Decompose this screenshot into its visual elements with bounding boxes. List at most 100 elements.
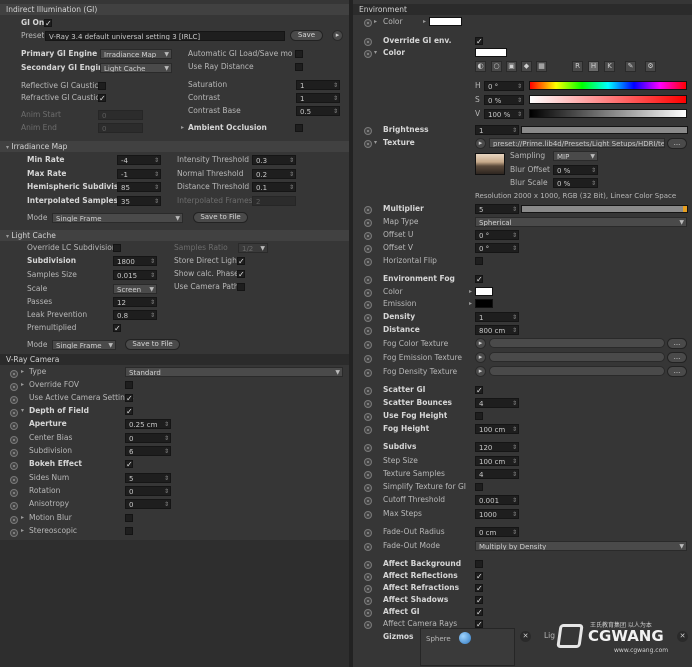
anim-start-field[interactable]: 0	[98, 110, 143, 120]
max-rate-field[interactable]: -1 ⇕	[117, 169, 161, 179]
hue-field[interactable]: 0 ° ⇕	[484, 81, 524, 91]
motion-blur-checkbox[interactable]	[125, 514, 133, 522]
dropdown-arrow-icon[interactable]: ▸	[423, 16, 426, 28]
fade-radius-field[interactable]: 0 cm ⇕	[475, 527, 519, 537]
animation-dot-icon[interactable]	[364, 245, 372, 253]
animation-dot-icon[interactable]	[364, 127, 372, 135]
spinner-icon[interactable]: ⇕	[512, 510, 517, 518]
primary-engine-dropdown[interactable]: Irradiance Map ▼	[100, 49, 172, 59]
texture-path-field[interactable]: preset://Prime.lib4d/Presets/Light Setup…	[489, 138, 665, 148]
stereoscopic-checkbox[interactable]	[125, 527, 133, 535]
animation-dot-icon[interactable]	[10, 449, 18, 457]
animation-dot-icon[interactable]	[364, 219, 372, 227]
animation-dot-icon[interactable]	[364, 301, 372, 309]
irradiance-save-file-button[interactable]: Save to File	[193, 212, 248, 223]
spinner-icon[interactable]: ⇕	[289, 156, 294, 164]
preset-menu-icon[interactable]: ▸	[332, 30, 343, 41]
show-calc-checkbox[interactable]: ✓	[237, 270, 245, 279]
triangle-expand-icon[interactable]: ▾	[21, 405, 24, 417]
animation-dot-icon[interactable]	[364, 426, 372, 434]
spinner-icon[interactable]: ⇕	[517, 110, 522, 118]
camera-type-dropdown[interactable]: Standard ▼	[125, 367, 343, 377]
fog-density-texture-slot[interactable]	[489, 366, 665, 376]
multiplier-field[interactable]: 5 ⇕	[475, 204, 519, 214]
brightness-field[interactable]: 1 ⇕	[475, 125, 519, 135]
animation-dot-icon[interactable]	[10, 489, 18, 497]
secondary-engine-dropdown[interactable]: Light Cache ▼	[100, 63, 172, 73]
distance-threshold-field[interactable]: 0.1 ⇕	[252, 182, 296, 192]
animation-dot-icon[interactable]	[10, 436, 18, 444]
gi-on-checkbox[interactable]: ✓	[44, 19, 52, 28]
fog-color-texture-slot[interactable]	[489, 338, 665, 348]
dropdown-arrow-icon[interactable]: ▸	[469, 298, 472, 310]
settings-icon[interactable]: ⚙	[645, 61, 656, 72]
mixer-icon[interactable]: ◆	[521, 61, 532, 72]
interp-frames-field[interactable]: 2	[252, 196, 296, 206]
affect-refl-checkbox[interactable]: ✓	[475, 572, 483, 581]
refractive-caustics-checkbox[interactable]: ✓	[98, 94, 106, 103]
override-gi-env-checkbox[interactable]: ✓	[475, 37, 483, 46]
animation-dot-icon[interactable]	[364, 444, 372, 452]
fog-color-texture-menu-icon[interactable]: ▸	[475, 338, 486, 349]
spinner-icon[interactable]: ⇕	[164, 487, 169, 495]
spinner-icon[interactable]: ⇕	[591, 179, 596, 187]
spinner-icon[interactable]: ⇕	[164, 500, 169, 508]
irradiance-section-header[interactable]: ▾ Irradiance Map	[0, 141, 349, 152]
animation-dot-icon[interactable]	[364, 585, 372, 593]
spinner-icon[interactable]: ⇕	[512, 425, 517, 433]
spinner-icon[interactable]: ⇕	[150, 298, 155, 306]
triangle-expand-icon[interactable]: ▾	[374, 137, 377, 149]
spinner-icon[interactable]: ⇕	[512, 126, 517, 134]
spinner-icon[interactable]: ⇕	[591, 166, 596, 174]
triangle-expand-icon[interactable]: ▸	[181, 122, 184, 134]
emission-swatch[interactable]	[475, 299, 493, 308]
multiplier-slider[interactable]	[521, 205, 688, 213]
animation-dot-icon[interactable]	[364, 276, 372, 284]
max-steps-field[interactable]: 1000 ⇕	[475, 509, 519, 519]
lightcache-section-header[interactable]: ▾ Light Cache	[0, 230, 349, 241]
saturation-env-field[interactable]: 0 % ⇕	[484, 95, 524, 105]
spinner-icon[interactable]: ⇕	[154, 183, 159, 191]
spinner-icon[interactable]: ⇕	[512, 457, 517, 465]
animation-dot-icon[interactable]	[364, 597, 372, 605]
animation-dot-icon[interactable]	[10, 422, 18, 430]
interp-samples-field[interactable]: 35 ⇕	[117, 196, 161, 206]
irradiance-mode-dropdown[interactable]: Single Frame ▼	[52, 213, 183, 223]
animation-dot-icon[interactable]	[364, 232, 372, 240]
animation-dot-icon[interactable]	[364, 573, 372, 581]
override-lc-checkbox[interactable]	[113, 244, 121, 252]
animation-dot-icon[interactable]	[364, 458, 372, 466]
spinner-icon[interactable]: ⇕	[512, 528, 517, 536]
fog-color-swatch[interactable]	[475, 287, 493, 296]
env-color-swatch[interactable]	[429, 17, 462, 26]
animation-dot-icon[interactable]	[10, 516, 18, 524]
samples-ratio-dropdown[interactable]: 1/2 ▼	[238, 243, 268, 253]
animation-dot-icon[interactable]	[10, 383, 18, 391]
spinner-icon[interactable]: ⇕	[512, 470, 517, 478]
animation-dot-icon[interactable]	[364, 543, 372, 551]
fog-density-texture-browse[interactable]: ...	[667, 366, 687, 377]
active-camera-checkbox[interactable]: ✓	[125, 394, 133, 403]
saturation-env-slider[interactable]	[529, 95, 687, 104]
animation-dot-icon[interactable]	[364, 484, 372, 492]
spinner-icon[interactable]: ⇕	[512, 313, 517, 321]
triangle-expand-icon[interactable]: ▾	[374, 47, 377, 59]
animation-dot-icon[interactable]	[364, 413, 372, 421]
animation-dot-icon[interactable]	[10, 370, 18, 378]
spinner-icon[interactable]: ⇕	[154, 170, 159, 178]
bokeh-checkbox[interactable]: ✓	[125, 460, 133, 469]
brightness-slider[interactable]	[521, 126, 688, 134]
rgb-icon[interactable]: R	[572, 61, 583, 72]
animation-dot-icon[interactable]	[364, 355, 372, 363]
spinner-icon[interactable]: ⇕	[333, 81, 338, 89]
texture-browse-button[interactable]: ...	[667, 138, 687, 149]
animation-dot-icon[interactable]	[364, 38, 372, 46]
preset-field[interactable]: V-Ray 3.4 default universal setting 3 [I…	[45, 31, 285, 41]
animation-dot-icon[interactable]	[364, 341, 372, 349]
value-field[interactable]: 100 % ⇕	[484, 109, 524, 119]
anim-end-field[interactable]: 0	[98, 123, 143, 133]
animation-dot-icon[interactable]	[10, 529, 18, 537]
env-fog-checkbox[interactable]: ✓	[475, 275, 483, 284]
scatter-gi-checkbox[interactable]: ✓	[475, 386, 483, 395]
animation-dot-icon[interactable]	[364, 529, 372, 537]
